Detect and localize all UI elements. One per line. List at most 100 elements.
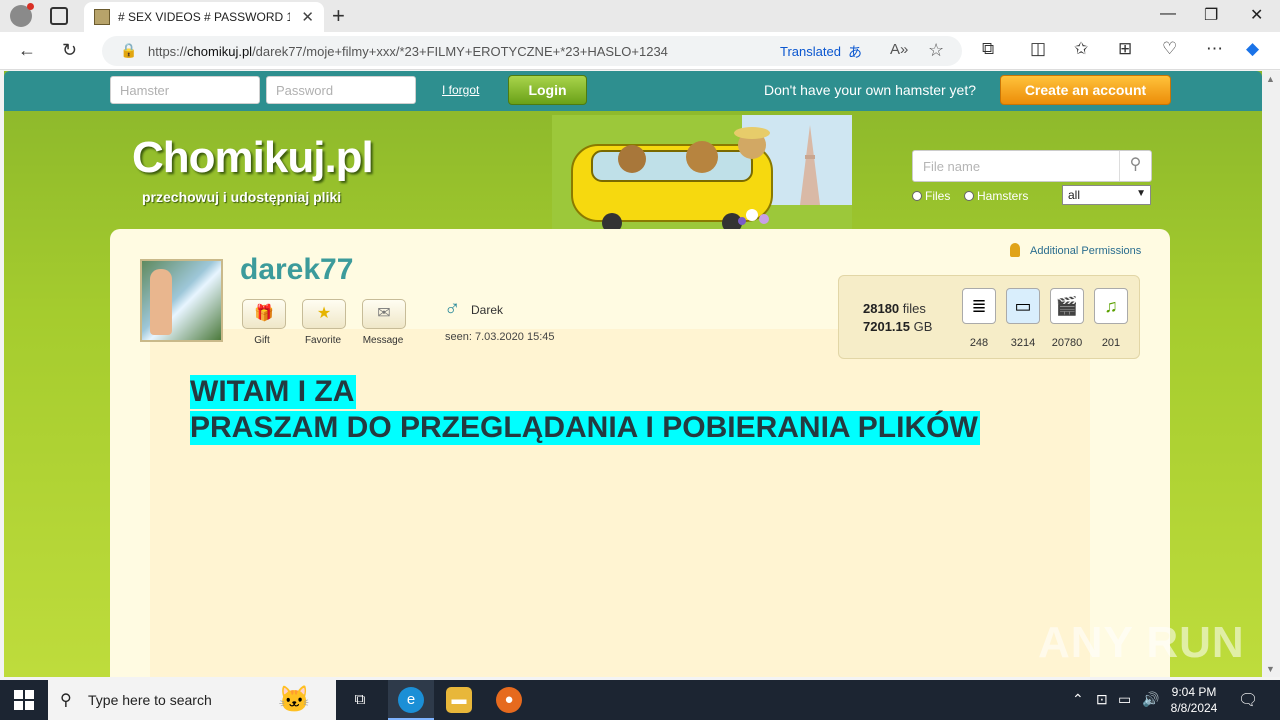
tab-actions-icon[interactable] bbox=[50, 7, 68, 25]
favorite-star-icon[interactable]: ☆ bbox=[928, 40, 944, 61]
gift-icon: 🎁 bbox=[254, 305, 274, 322]
browser-tab-active[interactable]: # SEX VIDEOS # PASSWORD 1234 ✕ bbox=[84, 2, 324, 32]
no-account-text: Don't have your own hamster yet? bbox=[764, 82, 977, 98]
lock-icon[interactable]: 🔒 bbox=[120, 42, 137, 59]
welcome-line-1-text: WITAM I ZA bbox=[190, 375, 357, 409]
url-prefix: https:// bbox=[148, 44, 188, 59]
windows-start-icon[interactable] bbox=[14, 690, 34, 710]
image-icon[interactable]: ▭ bbox=[1006, 288, 1040, 324]
size-row: 7201.15 GB bbox=[863, 319, 932, 334]
address-bar[interactable]: 🔒 https://chomikuj.pl/darek77/moje+filmy… bbox=[102, 36, 962, 66]
edge-icon[interactable]: e bbox=[398, 687, 424, 713]
message-button[interactable]: ✉ bbox=[362, 299, 406, 329]
video-icon[interactable]: 🎬 bbox=[1050, 288, 1084, 324]
login-bar: Hamster Password I forgot Login Don't ha… bbox=[4, 71, 1262, 111]
profile-card: darek77 🎁 Gift ★ Favorite ✉ Message ♂ Da… bbox=[110, 229, 1170, 677]
hamster-input[interactable]: Hamster bbox=[110, 76, 260, 104]
forgot-link[interactable]: I forgot bbox=[442, 83, 479, 97]
profile-username[interactable]: darek77 bbox=[240, 253, 353, 287]
music-icon[interactable]: ♫ bbox=[1094, 288, 1128, 324]
files-count-row: 28180 files bbox=[863, 301, 926, 316]
profile-icon[interactable] bbox=[10, 3, 34, 27]
key-icon bbox=[1010, 243, 1020, 257]
message-label: Message bbox=[362, 335, 404, 346]
size-unit: GB bbox=[913, 319, 933, 334]
collections-icon[interactable]: ⊞ bbox=[1118, 39, 1132, 59]
radio-dot-icon[interactable] bbox=[912, 191, 922, 201]
translate-icon[interactable]: あ bbox=[848, 42, 862, 62]
banner-illustration bbox=[552, 115, 852, 229]
refresh-icon[interactable]: ↻ bbox=[62, 40, 77, 61]
search-scope-select[interactable]: all ▼ bbox=[1062, 185, 1151, 205]
radio-dot-icon[interactable] bbox=[964, 191, 974, 201]
url-host: chomikuj.pl bbox=[187, 44, 253, 59]
start-tile bbox=[25, 690, 34, 699]
back-icon[interactable]: ← bbox=[18, 40, 36, 61]
welcome-line-2: PRASZAM DO PRZEGLĄDANIA I POBIERANIA PLI… bbox=[190, 411, 980, 445]
taskbar-search-placeholder[interactable]: Type here to search bbox=[88, 692, 212, 708]
more-menu-icon[interactable]: ⋯ bbox=[1206, 39, 1223, 59]
taskbar-clock[interactable]: 9:04 PM 8/8/2024 bbox=[1160, 684, 1228, 716]
files-count: 28180 bbox=[863, 301, 900, 316]
chevron-down-icon: ▼ bbox=[1136, 188, 1146, 199]
search-scope-value: all bbox=[1068, 188, 1081, 202]
device-icon[interactable]: ⊡ bbox=[1096, 691, 1108, 708]
avatar[interactable] bbox=[140, 259, 223, 342]
chevron-up-icon[interactable]: ⌃ bbox=[1072, 691, 1084, 708]
size-value: 7201.15 bbox=[863, 319, 910, 334]
gift-button[interactable]: 🎁 bbox=[242, 299, 286, 329]
favorites-icon[interactable]: ✩ bbox=[1074, 39, 1088, 59]
avatar-figure bbox=[150, 269, 172, 335]
url-text[interactable]: https://chomikuj.pl/darek77/moje+filmy+x… bbox=[148, 44, 668, 59]
radio-hamsters-label: Hamsters bbox=[977, 189, 1029, 203]
translated-label[interactable]: Translated bbox=[780, 44, 841, 59]
page-scrollbar[interactable] bbox=[1262, 71, 1280, 677]
site-tagline: przechowuj i udostępniaj pliki bbox=[142, 189, 342, 205]
tab-close-icon[interactable]: ✕ bbox=[301, 8, 314, 26]
video-count: 20780 bbox=[1051, 337, 1083, 349]
tab-title: # SEX VIDEOS # PASSWORD 1234 bbox=[118, 10, 290, 24]
radio-hamsters[interactable]: Hamsters bbox=[964, 189, 1028, 203]
document-count: 248 bbox=[969, 337, 989, 349]
stats-panel: 28180 files 7201.15 GB ≣ 248 ▭ 3214 🎬 20… bbox=[838, 275, 1140, 359]
restore-button[interactable]: ❐ bbox=[1204, 5, 1218, 25]
login-button[interactable]: Login bbox=[508, 75, 587, 105]
favorite-button[interactable]: ★ bbox=[302, 299, 346, 329]
new-tab-button[interactable]: + bbox=[332, 3, 345, 29]
read-aloud-icon[interactable]: A» bbox=[890, 41, 908, 58]
browser-toolbar: ← ↻ 🔒 https://chomikuj.pl/darek77/moje+f… bbox=[0, 32, 1280, 70]
browser-essentials-icon[interactable]: ♡ bbox=[1162, 39, 1177, 59]
scroll-up-icon[interactable]: ▲ bbox=[1266, 74, 1275, 84]
site-favicon-icon bbox=[94, 9, 110, 25]
additional-permissions-link[interactable]: Additional Permissions bbox=[1030, 245, 1141, 257]
create-account-button[interactable]: Create an account bbox=[1000, 75, 1171, 105]
extensions-icon[interactable]: ⧉ bbox=[982, 39, 994, 59]
file-search-input[interactable]: File name bbox=[923, 159, 980, 174]
gift-label: Gift bbox=[254, 335, 270, 346]
last-seen: seen: 7.03.2020 15:45 bbox=[445, 331, 555, 343]
volume-icon[interactable]: 🔊 bbox=[1142, 691, 1159, 708]
notification-icon[interactable]: 🗨 bbox=[1238, 690, 1258, 710]
site-logo[interactable]: Chomikuj.pl bbox=[132, 133, 374, 183]
favorite-label: Favorite bbox=[304, 335, 342, 346]
file-search-box[interactable]: File name ⚲ bbox=[912, 150, 1152, 182]
network-icon[interactable]: ▭ bbox=[1118, 691, 1131, 708]
taskbar-search[interactable]: ⚲ Type here to search 🐱 bbox=[48, 680, 336, 720]
firefox-icon[interactable]: ● bbox=[496, 687, 522, 713]
clock-date: 8/8/2024 bbox=[1170, 701, 1218, 715]
task-view-icon[interactable]: ⧉ bbox=[347, 687, 373, 713]
scroll-down-icon[interactable]: ▼ bbox=[1266, 664, 1275, 674]
copilot-icon[interactable]: ◆ bbox=[1246, 39, 1259, 59]
password-input[interactable]: Password bbox=[266, 76, 416, 104]
envelope-icon: ✉ bbox=[377, 305, 391, 322]
split-screen-icon[interactable]: ◫ bbox=[1030, 39, 1046, 59]
files-label: files bbox=[902, 301, 926, 316]
web-page: Hamster Password I forgot Login Don't ha… bbox=[4, 71, 1262, 677]
document-icon[interactable]: ≣ bbox=[962, 288, 996, 324]
radio-files[interactable]: Files bbox=[912, 189, 950, 203]
start-tile bbox=[14, 690, 23, 699]
close-window-button[interactable]: ✕ bbox=[1250, 5, 1263, 25]
file-explorer-icon[interactable]: ▬ bbox=[446, 687, 472, 713]
minimize-button[interactable]: — bbox=[1160, 5, 1176, 23]
search-icon[interactable]: ⚲ bbox=[1119, 151, 1151, 181]
